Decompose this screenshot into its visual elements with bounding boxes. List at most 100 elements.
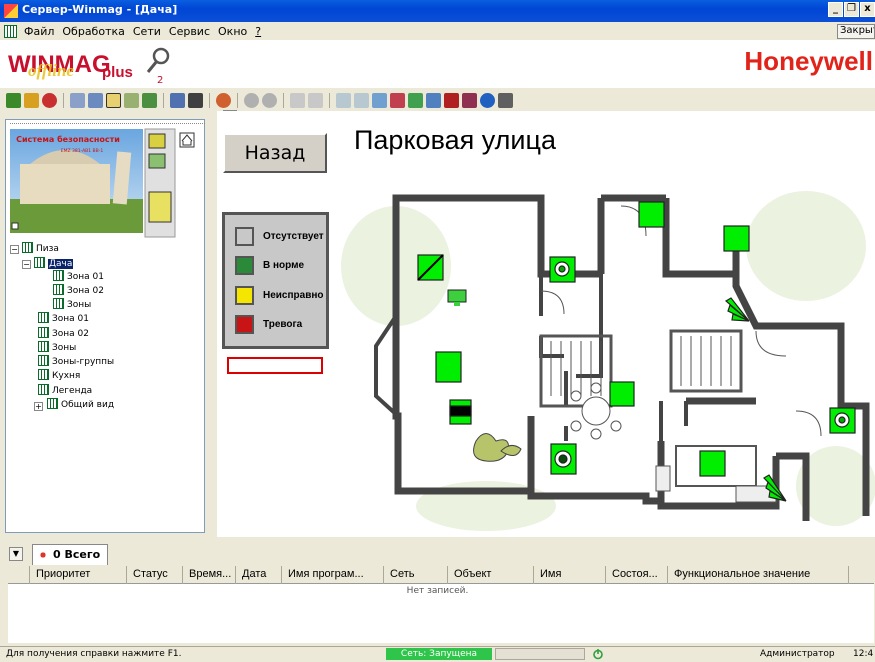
power-icon[interactable]	[592, 648, 604, 660]
pen-icon[interactable]	[372, 92, 387, 108]
tree-item-icon	[38, 369, 49, 380]
tree-item-icon	[38, 355, 49, 366]
tree-item-zones[interactable]: Зоны	[38, 341, 76, 354]
thumbnail-title: Система безопасности	[16, 134, 120, 144]
events-tab[interactable]: 0 Всего	[32, 544, 108, 565]
sensor-diagonal[interactable]	[417, 254, 444, 281]
column-time[interactable]: Время...	[183, 566, 236, 584]
legend-swatch	[235, 286, 254, 305]
sensor-green[interactable]	[699, 450, 726, 477]
close-button[interactable]: Закрыть	[837, 24, 875, 39]
title-bar: Сервер-Winmag - [Дача] _ ❐ x	[0, 0, 875, 22]
tree-item-pisa[interactable]: Пиза	[22, 242, 59, 255]
toolbar	[0, 90, 875, 110]
tree-item-dacha-zones[interactable]: Зоны	[53, 298, 91, 311]
column-state[interactable]: Состоя...	[606, 566, 668, 584]
logo-suffix: plus	[102, 64, 133, 81]
tree-item-icon	[53, 270, 64, 281]
column-date[interactable]: Дата	[236, 566, 282, 584]
pen-red-icon[interactable]	[390, 92, 405, 108]
panel-dropdown-icon[interactable]: ▼	[9, 547, 23, 561]
sensor-green[interactable]	[723, 225, 750, 252]
legend-fault: Неисправно	[235, 286, 324, 305]
clear-icon[interactable]	[308, 92, 323, 108]
menu-window[interactable]: Окно	[217, 25, 248, 38]
tree-item-icon	[38, 312, 49, 323]
tool-wrench-icon[interactable]	[498, 92, 513, 108]
tree-collapse-toggle[interactable]: −	[10, 245, 19, 254]
column-name[interactable]: Имя	[534, 566, 606, 584]
alarm-icon[interactable]	[444, 92, 459, 108]
tree-item-icon	[38, 384, 49, 395]
help-icon[interactable]	[480, 92, 495, 108]
list-icon[interactable]	[124, 92, 139, 108]
tree-item-icon	[38, 327, 49, 338]
current-user: Администратор	[760, 649, 835, 659]
overview-thumbnail[interactable]: Система безопасности EMZ 381-AB1 ВВ-1	[10, 123, 205, 238]
wrench-icon	[146, 47, 170, 73]
tools-icon[interactable]	[170, 92, 185, 108]
pen-blue-icon[interactable]	[426, 92, 441, 108]
progress-panel	[495, 648, 585, 660]
sensor-camera[interactable]	[550, 443, 577, 475]
legend-absent: Отсутствует	[235, 227, 324, 246]
tree-item-dacha-zone-01[interactable]: Зона 01	[53, 270, 104, 283]
tree-item-overview[interactable]: Общий вид	[47, 398, 114, 411]
palette-icon[interactable]	[142, 92, 157, 108]
print-icon[interactable]	[290, 92, 305, 108]
menu-networks[interactable]: Сети	[132, 25, 162, 38]
restore-button[interactable]: ❐	[844, 2, 859, 17]
tree-item-zone-01[interactable]: Зона 01	[38, 312, 89, 325]
column-object[interactable]: Объект	[448, 566, 534, 584]
back-button[interactable]: Назад	[223, 133, 327, 173]
stop-icon[interactable]	[42, 92, 57, 108]
tree-item-legend[interactable]: Легенда	[38, 384, 92, 397]
sensor-black-bar[interactable]	[449, 399, 472, 425]
sensor-smoke-detector[interactable]	[829, 407, 856, 434]
scene-title: Парковая улица	[354, 125, 556, 155]
sensor-green[interactable]	[609, 381, 635, 407]
close-window-button[interactable]: x	[860, 2, 875, 17]
filter-icon[interactable]	[88, 92, 103, 108]
legend-swatch	[235, 227, 254, 246]
menu-help[interactable]: ?	[254, 25, 262, 38]
cancel-icon[interactable]	[188, 92, 203, 108]
minimize-button[interactable]: _	[828, 2, 843, 17]
tree-item-zone-groups[interactable]: Зоны-группы	[38, 355, 114, 368]
tree-collapse-toggle[interactable]: −	[22, 260, 31, 269]
object-icon[interactable]	[216, 92, 231, 108]
tree-item-kitchen[interactable]: Кухня	[38, 369, 80, 382]
forward-nav-icon[interactable]	[262, 92, 277, 108]
edit-icon[interactable]	[24, 92, 39, 108]
pen-green-icon[interactable]	[408, 92, 423, 108]
sensor-smoke-detector[interactable]	[549, 256, 576, 283]
tree-item-dacha[interactable]: Дача	[34, 257, 74, 270]
sensor-green[interactable]	[435, 351, 462, 383]
back-nav-icon[interactable]	[244, 92, 259, 108]
tree-item-dacha-zone-02[interactable]: Зона 02	[53, 284, 104, 297]
logo-overlay: offline	[28, 61, 74, 80]
select-all-icon[interactable]	[8, 566, 30, 584]
column-network[interactable]: Сеть	[384, 566, 448, 584]
tree-item-icon	[22, 242, 33, 253]
events-tab-label: 0 Всего	[53, 548, 101, 561]
grid-icon[interactable]	[106, 92, 121, 108]
menu-service[interactable]: Сервис	[168, 25, 211, 38]
column-priority[interactable]: Приоритет	[30, 566, 127, 584]
film-icon[interactable]	[462, 92, 477, 108]
sensor-green[interactable]	[638, 201, 665, 228]
refresh-icon[interactable]	[6, 92, 21, 108]
column-program-name[interactable]: Имя програм...	[282, 566, 384, 584]
menu-file[interactable]: Файл	[23, 25, 55, 38]
tree-item-icon	[34, 257, 45, 268]
tree-item-zone-02[interactable]: Зона 02	[38, 327, 89, 340]
zoom-icon[interactable]	[354, 92, 369, 108]
tree-expand-toggle[interactable]: +	[34, 402, 43, 411]
menu-processing[interactable]: Обработка	[61, 25, 125, 38]
search-icon[interactable]	[70, 92, 85, 108]
column-function-value[interactable]: Функциональное значение	[668, 566, 849, 584]
column-status[interactable]: Статус	[127, 566, 183, 584]
thumbnail-subtitle: EMZ 381-AB1 ВВ-1	[61, 148, 104, 154]
legend-swatch	[235, 315, 254, 334]
window-icon[interactable]	[336, 92, 351, 108]
